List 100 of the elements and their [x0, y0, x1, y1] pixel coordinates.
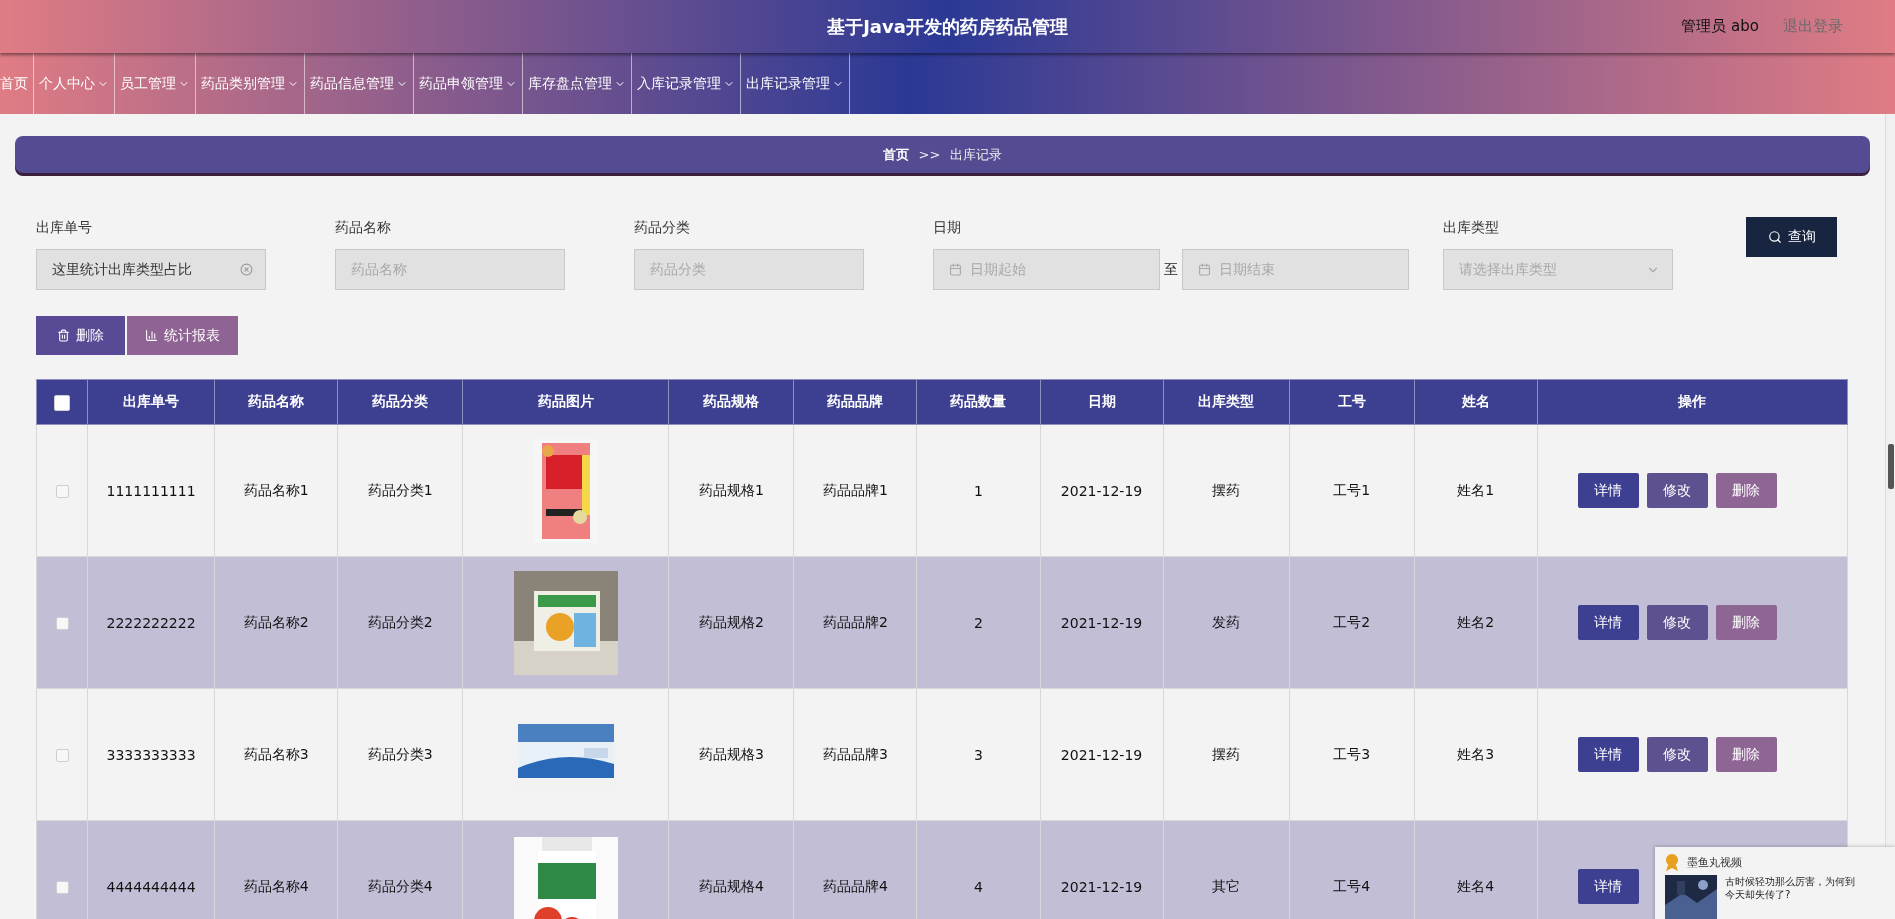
- nav-item[interactable]: 入库记录管理: [632, 53, 741, 114]
- nav-item[interactable]: 库存盘点管理: [523, 53, 632, 114]
- column-header: 姓名: [1414, 379, 1538, 425]
- table-cell: 药品规格4: [668, 820, 794, 919]
- delete-button[interactable]: 删除: [36, 316, 125, 355]
- delete-button[interactable]: 删除: [1715, 605, 1777, 640]
- notification-popup[interactable]: 墨鱼丸视频 古时候轻功那么厉害，为何到 今天却失传了?: [1655, 847, 1895, 919]
- table-cell: 2021-12-19: [1040, 424, 1164, 557]
- table-cell: 药品品牌2: [793, 556, 917, 689]
- clear-icon[interactable]: [240, 263, 253, 276]
- report-button[interactable]: 统计报表: [127, 316, 238, 355]
- column-header: 出库单号: [87, 379, 215, 425]
- column-header: 药品数量: [916, 379, 1040, 425]
- delete-button[interactable]: 删除: [1715, 737, 1777, 772]
- detail-button[interactable]: 详情: [1577, 605, 1639, 640]
- table-cell: 药品品牌4: [793, 820, 917, 919]
- row-checkbox[interactable]: [55, 617, 69, 630]
- table-cell: 3333333333: [87, 688, 215, 821]
- table-cell: 药品品牌1: [793, 424, 917, 557]
- table-cell: 姓名1: [1414, 424, 1538, 557]
- nav-item[interactable]: 药品申领管理: [414, 53, 523, 114]
- table-cell: 其它: [1163, 820, 1290, 919]
- table-cell: 姓名3: [1414, 688, 1538, 821]
- trash-icon: [57, 329, 70, 342]
- table-cell: 药品品牌3: [793, 688, 917, 821]
- breadcrumb-current: 出库记录: [950, 145, 1003, 164]
- table-cell: 4444444444: [87, 820, 215, 919]
- column-header: 药品分类: [337, 379, 463, 425]
- field-label: 出库单号: [36, 219, 93, 237]
- table-cell: 药品规格2: [668, 556, 794, 689]
- table-cell: 工号1: [1289, 424, 1415, 557]
- delete-button[interactable]: 删除: [1715, 473, 1777, 508]
- table-cell: 姓名2: [1414, 556, 1538, 689]
- search-button[interactable]: 查询: [1746, 217, 1837, 257]
- badge-icon: [1665, 853, 1679, 871]
- column-header: 药品名称: [214, 379, 338, 425]
- column-header: 日期: [1040, 379, 1164, 425]
- table-cell: 工号3: [1289, 688, 1415, 821]
- nav-item[interactable]: 药品类别管理: [196, 53, 305, 114]
- table-cell: 2: [916, 556, 1040, 689]
- nav-item[interactable]: 首页: [0, 53, 34, 114]
- row-checkbox[interactable]: [55, 881, 69, 894]
- breadcrumb-separator: >>: [918, 147, 941, 162]
- notification-text: 古时候轻功那么厉害，为何到: [1725, 875, 1856, 888]
- nav-item[interactable]: 出库记录管理: [741, 53, 850, 114]
- table-cell: 药品名称2: [214, 556, 338, 689]
- table-cell: 摆药: [1163, 424, 1290, 557]
- table-cell: 摆药: [1163, 688, 1290, 821]
- table-cell: 2021-12-19: [1040, 556, 1164, 689]
- input-field[interactable]: 这里统计出库类型占比: [36, 249, 266, 290]
- detail-button[interactable]: 详情: [1577, 737, 1639, 772]
- column-header: 工号: [1289, 379, 1415, 425]
- notification-text: 今天却失传了?: [1725, 888, 1792, 901]
- table-cell: 2021-12-19: [1040, 688, 1164, 821]
- breadcrumb-link[interactable]: 首页: [882, 145, 909, 164]
- table-cell: 2021-12-19: [1040, 820, 1164, 919]
- table-cell: 药品分类4: [337, 820, 463, 919]
- table-cell: 药品分类2: [337, 556, 463, 689]
- column-header: 药品品牌: [793, 379, 917, 425]
- table-cell: 发药: [1163, 556, 1290, 689]
- edit-button[interactable]: 修改: [1646, 737, 1708, 772]
- table-cell: 药品分类3: [337, 688, 463, 821]
- table-cell: 药品名称1: [214, 424, 338, 557]
- table-cell: 1: [916, 424, 1040, 557]
- field-label: 药品名称: [335, 219, 392, 237]
- calendar-icon: [1198, 263, 1211, 276]
- select-all-checkbox[interactable]: [54, 394, 70, 411]
- column-header: 药品图片: [462, 379, 669, 425]
- bar-chart-icon: [145, 329, 158, 342]
- column-header: 药品规格: [668, 379, 794, 425]
- search-icon: [1767, 230, 1782, 244]
- edit-button[interactable]: 修改: [1646, 605, 1708, 640]
- row-checkbox[interactable]: [55, 485, 69, 498]
- notification-source: 墨鱼丸视频: [1687, 854, 1742, 870]
- table-cell: 药品名称3: [214, 688, 338, 821]
- row-checkbox[interactable]: [55, 749, 69, 762]
- table-cell: 药品规格3: [668, 688, 794, 821]
- range-separator: 至: [1164, 260, 1178, 279]
- detail-button[interactable]: 详情: [1577, 473, 1639, 508]
- nav-item[interactable]: 员工管理: [115, 53, 196, 114]
- table-cell: 3: [916, 688, 1040, 821]
- nav-item[interactable]: 个人中心: [34, 53, 115, 114]
- table-cell: 工号2: [1289, 556, 1415, 689]
- field-label: 出库类型: [1443, 219, 1500, 237]
- table-cell: 4: [916, 820, 1040, 919]
- detail-button[interactable]: 详情: [1577, 869, 1639, 904]
- table-cell: 姓名4: [1414, 820, 1538, 919]
- table-cell: 2222222222: [87, 556, 215, 689]
- table-cell: 药品名称4: [214, 820, 338, 919]
- table-cell: 药品规格1: [668, 424, 794, 557]
- nav-item[interactable]: 药品信息管理: [305, 53, 414, 114]
- table-cell: 工号4: [1289, 820, 1415, 919]
- user-name: 管理员 abo: [1681, 17, 1759, 36]
- field-label: 日期: [933, 219, 962, 237]
- edit-button[interactable]: 修改: [1646, 473, 1708, 508]
- column-header: 操作: [1537, 379, 1848, 425]
- table-cell: 药品分类1: [337, 424, 463, 557]
- field-label: 药品分类: [634, 219, 691, 237]
- table-cell: 1111111111: [87, 424, 215, 557]
- app-title: 基于Java开发的药房药品管理: [827, 14, 1068, 39]
